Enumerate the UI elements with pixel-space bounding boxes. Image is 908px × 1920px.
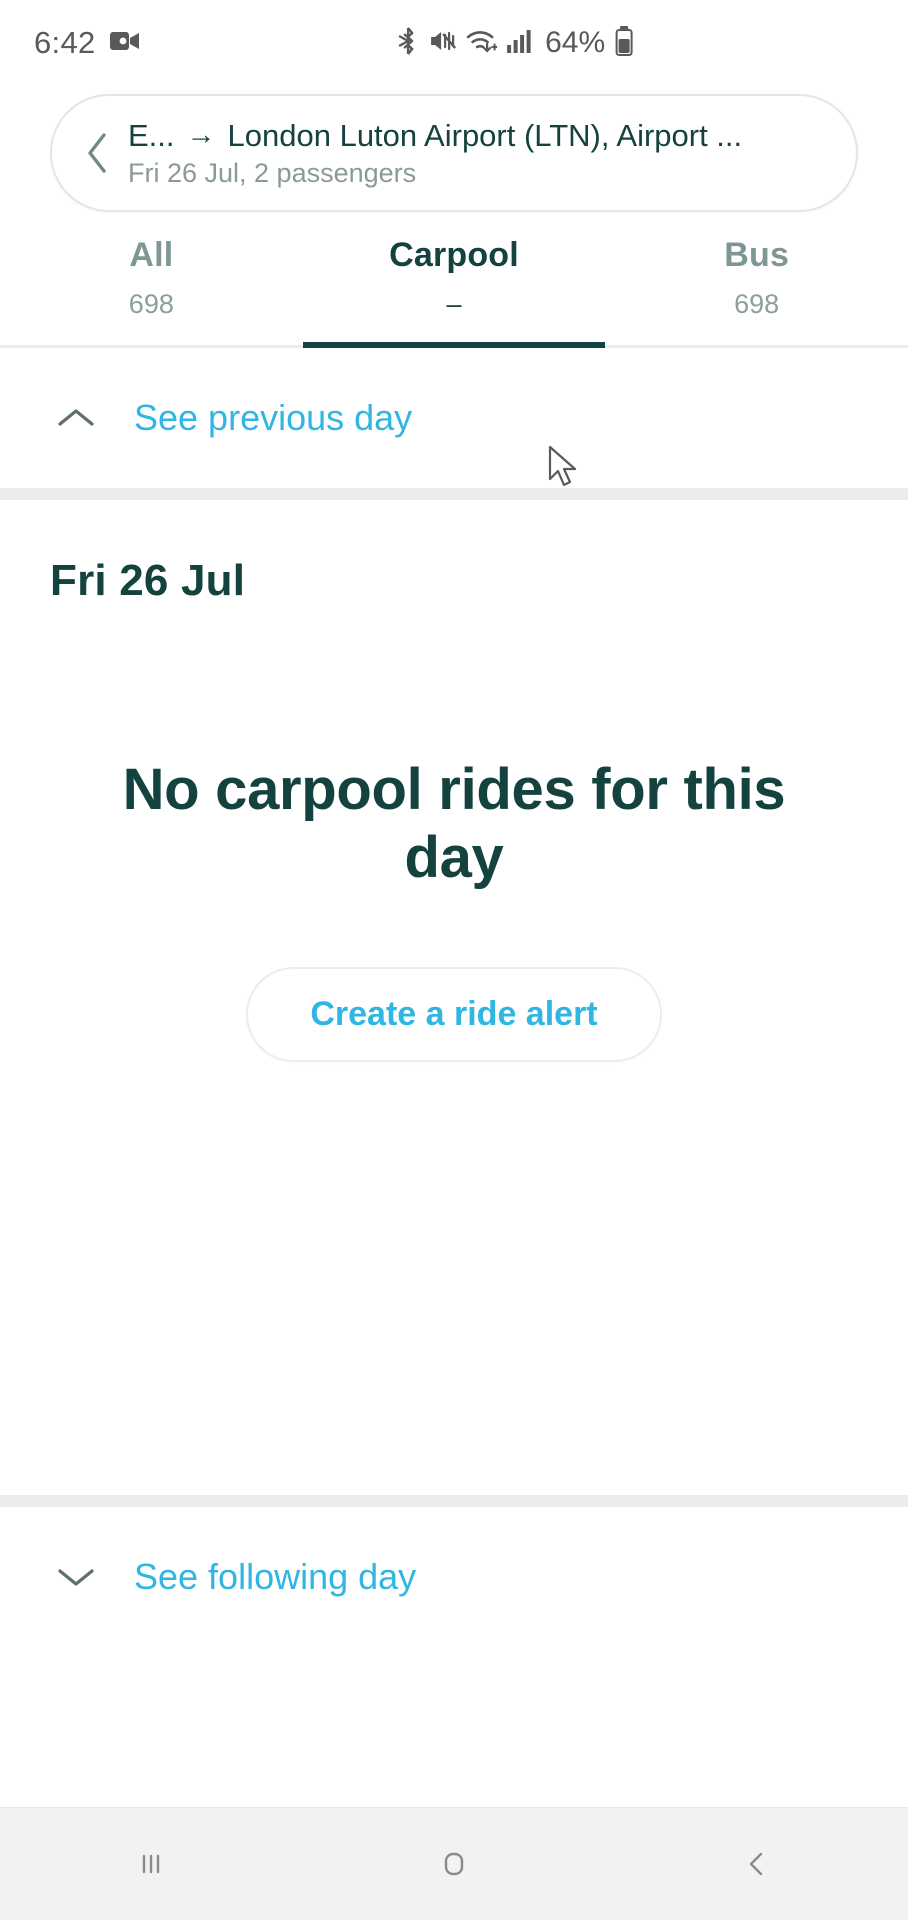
- wifi-icon: [465, 27, 499, 60]
- route-arrow-icon: →: [186, 119, 216, 151]
- status-bar: 6:42 64%: [0, 0, 908, 86]
- signal-icon: [506, 28, 532, 59]
- day-date-heading: Fri 26 Jul: [50, 556, 246, 605]
- empty-state: No carpool rides for this day Create a r…: [0, 606, 908, 1495]
- tabs-active-indicator: [302, 342, 606, 348]
- tab-bus[interactable]: Bus 698: [605, 236, 908, 348]
- search-text-group: E... → London Luton Airport (LTN), Airpo…: [128, 118, 828, 189]
- route-line: E... → London Luton Airport (LTN), Airpo…: [128, 118, 828, 154]
- search-subtitle: Fri 26 Jul, 2 passengers: [128, 157, 417, 188]
- status-bar-right: 64%: [397, 25, 634, 62]
- home-icon[interactable]: [394, 1808, 514, 1920]
- back-icon[interactable]: [697, 1808, 817, 1920]
- see-previous-day-row[interactable]: See previous day: [0, 348, 908, 488]
- tab-carpool-count: –: [446, 289, 462, 319]
- tab-bus-count: 698: [734, 289, 780, 319]
- mode-tabs: All 698 Carpool – Bus 698: [0, 236, 908, 348]
- section-divider-bottom: [0, 1495, 908, 1507]
- battery-percent: 64%: [545, 26, 606, 59]
- section-divider-top: [0, 488, 908, 500]
- bottom-spacer: [0, 1647, 908, 1807]
- see-following-day-row[interactable]: See following day: [0, 1507, 908, 1647]
- phone-screen: 6:42 64% E... → London Luton Airport (LT…: [0, 0, 908, 1920]
- see-following-day-label: See following day: [134, 1556, 417, 1597]
- chevron-up-icon: [54, 406, 98, 430]
- tab-all-label: All: [129, 236, 174, 274]
- status-time: 6:42: [34, 25, 96, 60]
- day-results-section: Fri 26 Jul No carpool rides for this day…: [0, 500, 908, 1495]
- search-bar-container: E... → London Luton Airport (LTN), Airpo…: [0, 86, 908, 212]
- search-summary-pill[interactable]: E... → London Luton Airport (LTN), Airpo…: [50, 94, 858, 212]
- route-origin: E...: [128, 117, 175, 153]
- see-previous-day-label: See previous day: [134, 397, 413, 438]
- video-camera-icon: [109, 30, 140, 57]
- android-navigation-bar: [0, 1807, 908, 1920]
- create-ride-alert-button[interactable]: Create a ride alert: [246, 966, 662, 1062]
- tab-all[interactable]: All 698: [0, 236, 303, 348]
- back-chevron-icon[interactable]: [74, 131, 122, 175]
- bluetooth-icon: [397, 26, 419, 61]
- empty-state-title: No carpool rides for this day: [122, 757, 786, 891]
- tab-all-count: 698: [128, 289, 174, 319]
- route-destination: London Luton Airport (LTN), Airport ...: [227, 117, 743, 153]
- tab-bus-label: Bus: [724, 236, 790, 274]
- chevron-down-icon: [54, 1565, 98, 1589]
- tab-carpool[interactable]: Carpool –: [303, 236, 606, 348]
- recents-icon[interactable]: [91, 1808, 211, 1920]
- status-bar-left: 6:42: [34, 25, 140, 61]
- mute-icon: [428, 27, 457, 60]
- tab-carpool-label: Carpool: [389, 236, 519, 274]
- battery-icon: [614, 25, 634, 62]
